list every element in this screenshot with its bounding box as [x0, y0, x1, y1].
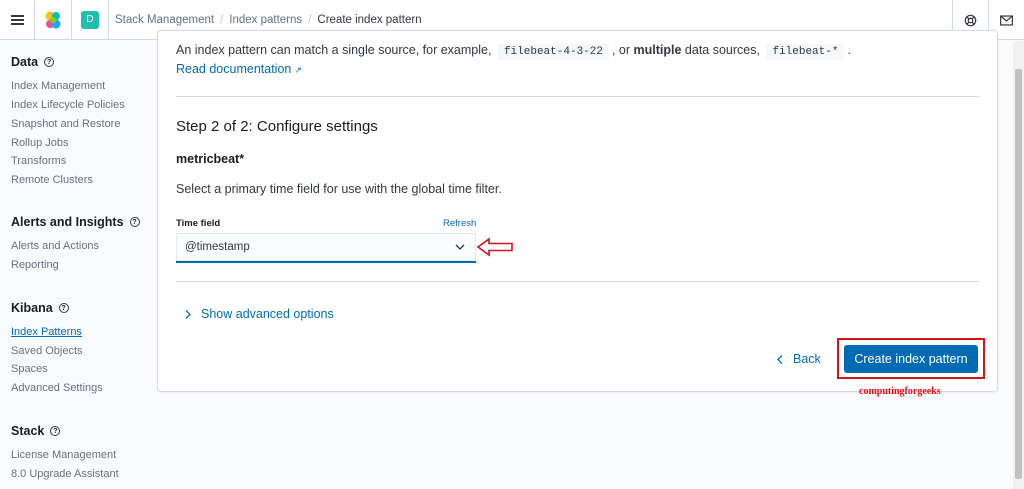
chevron-right-icon: [185, 309, 191, 319]
sidebar-item-alerts-actions[interactable]: Alerts and Actions: [11, 240, 99, 252]
elastic-logo-icon: [45, 11, 61, 28]
read-documentation-label: Read documentation: [176, 62, 292, 76]
divider: [176, 281, 980, 282]
scrollbar-thumb[interactable]: [1015, 69, 1022, 479]
step-title: Step 2 of 2: Configure settings: [176, 118, 378, 135]
menu-icon: [10, 14, 24, 25]
sidebar-item-saved-objects[interactable]: Saved Objects: [11, 345, 83, 357]
section-stack-title: Stack ?: [11, 424, 61, 438]
help-icon[interactable]: ?: [44, 57, 55, 67]
refresh-link[interactable]: Refresh: [443, 218, 476, 229]
back-button[interactable]: Back: [776, 352, 821, 366]
breadcrumb-stack-management[interactable]: Stack Management: [115, 14, 214, 26]
menu-button[interactable]: [0, 0, 34, 40]
section-kibana-title: Kibana ?: [11, 301, 69, 315]
help-icon: [964, 14, 977, 26]
sidebar-item-index-management[interactable]: Index Management: [11, 80, 105, 92]
help-icon[interactable]: ?: [58, 303, 69, 313]
divider: [176, 96, 980, 97]
section-data-title: Data ?: [11, 55, 55, 69]
time-field-select[interactable]: @timestamp: [176, 233, 476, 263]
section-title: Data: [11, 55, 39, 69]
sidebar-item-advanced-settings[interactable]: Advanced Settings: [11, 382, 103, 394]
intro-mid: , or: [611, 43, 631, 57]
space-avatar: D: [81, 10, 99, 29]
back-label: Back: [793, 352, 821, 366]
section-alerts-title: Alerts and Insights ?: [11, 215, 140, 229]
sidebar-item-transforms[interactable]: Transforms: [11, 155, 66, 167]
help-icon[interactable]: ?: [50, 426, 61, 436]
section-title: Kibana: [11, 301, 53, 315]
annotation-highlight-box: Create index pattern: [837, 338, 985, 379]
time-field-description: Select a primary time field for use with…: [176, 182, 502, 196]
intro-prefix: An index pattern can match a single sour…: [176, 43, 492, 57]
mail-icon: [1000, 14, 1013, 26]
space-selector[interactable]: D: [72, 0, 108, 40]
chevron-left-icon: [777, 354, 783, 364]
breadcrumb-current: Create index pattern: [317, 13, 422, 26]
annotation-arrow-icon: [476, 237, 513, 257]
sidebar-item-index-lifecycle-policies[interactable]: Index Lifecycle Policies: [11, 99, 125, 111]
section-title: Alerts and Insights: [11, 215, 124, 229]
sidebar-item-license-management[interactable]: License Management: [11, 449, 116, 461]
read-documentation-link[interactable]: Read documentation ↗: [176, 62, 302, 76]
create-index-pattern-button[interactable]: Create index pattern: [844, 345, 978, 373]
sidebar-item-rollup-jobs[interactable]: Rollup Jobs: [11, 137, 68, 149]
example-code-multiple: filebeat-*: [766, 44, 845, 60]
watermark: computingforgeeks: [859, 386, 941, 397]
section-title: Stack: [11, 424, 45, 438]
intro-text: An index pattern can match a single sour…: [176, 43, 851, 60]
scrollbar[interactable]: [1013, 41, 1024, 489]
breadcrumb-separator: /: [308, 13, 312, 26]
show-advanced-options-toggle[interactable]: Show advanced options: [184, 307, 334, 321]
help-icon[interactable]: ?: [129, 217, 140, 227]
sidebar-item-snapshot-restore[interactable]: Snapshot and Restore: [11, 118, 120, 130]
breadcrumb-separator: /: [220, 13, 224, 26]
management-sidebar: Data ? Index Management Index Lifecycle …: [0, 41, 150, 489]
intro-after: data sources,: [684, 43, 760, 57]
intro-bold: multiple: [633, 43, 682, 57]
header-divider: [108, 0, 109, 40]
elastic-logo[interactable]: [35, 0, 71, 40]
external-link-icon: ↗: [294, 65, 302, 75]
breadcrumb-index-patterns[interactable]: Index patterns: [229, 14, 302, 26]
sidebar-item-reporting[interactable]: Reporting: [11, 259, 59, 271]
time-field-value: @timestamp: [185, 241, 250, 253]
sidebar-item-spaces[interactable]: Spaces: [11, 363, 48, 375]
time-field-label: Time field: [176, 218, 221, 229]
intro-end: .: [847, 43, 851, 57]
sidebar-item-remote-clusters[interactable]: Remote Clusters: [11, 174, 93, 186]
example-code-single: filebeat-4-3-22: [497, 44, 609, 60]
sidebar-item-index-patterns[interactable]: Index Patterns: [11, 326, 82, 338]
show-advanced-options-label: Show advanced options: [201, 307, 334, 321]
index-pattern-name: metricbeat*: [176, 152, 245, 166]
sidebar-item-upgrade-assistant[interactable]: 8.0 Upgrade Assistant: [11, 468, 119, 480]
chevron-down-icon: [455, 244, 465, 250]
create-index-pattern-panel: An index pattern can match a single sour…: [157, 30, 998, 392]
